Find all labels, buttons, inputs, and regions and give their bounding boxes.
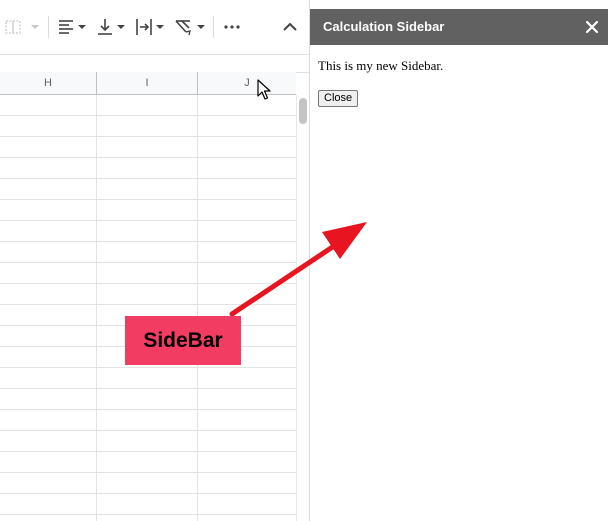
sidebar-message: This is my new Sidebar.: [318, 58, 444, 73]
text-wrap-button[interactable]: [134, 16, 166, 38]
cell-grid[interactable]: [0, 95, 296, 521]
collapse-toolbar-icon: [283, 22, 297, 31]
sidebar-title: Calculation Sidebar: [323, 19, 445, 34]
vertical-align-icon: [98, 19, 125, 35]
calculation-sidebar: Calculation Sidebar This is my new Sideb…: [309, 0, 608, 521]
formula-bar-strip: [0, 55, 309, 73]
more-button[interactable]: [222, 16, 242, 38]
close-icon[interactable]: [585, 20, 599, 34]
text-rotation-icon: [175, 20, 205, 36]
toolbar: [0, 0, 309, 55]
vertical-scrollbar[interactable]: [296, 95, 309, 521]
sidebar-body: This is my new Sidebar. Close: [318, 58, 598, 107]
text-rotation-button[interactable]: [173, 16, 207, 38]
column-header-h[interactable]: H: [0, 72, 97, 94]
more-icon: [224, 25, 240, 29]
merge-cells-button[interactable]: [4, 16, 42, 38]
annotation-label: SideBar: [125, 316, 241, 365]
column-header-j[interactable]: J: [198, 72, 296, 94]
merge-cells-icon: [5, 20, 39, 34]
scrollbar-thumb[interactable]: [299, 98, 307, 124]
mouse-cursor-icon: [257, 79, 271, 100]
collapse-toolbar-button[interactable]: [280, 16, 300, 38]
horizontal-align-button[interactable]: [56, 16, 88, 38]
toolbar-separator: [48, 16, 49, 38]
column-header-i[interactable]: I: [97, 72, 198, 94]
vertical-align-button[interactable]: [95, 16, 127, 38]
text-wrap-icon: [136, 19, 164, 35]
column-header-row: H I J: [0, 72, 296, 95]
toolbar-separator: [213, 16, 214, 38]
close-button[interactable]: Close: [318, 90, 359, 107]
sidebar-header: Calculation Sidebar: [310, 9, 608, 45]
horizontal-align-icon: [59, 20, 86, 34]
